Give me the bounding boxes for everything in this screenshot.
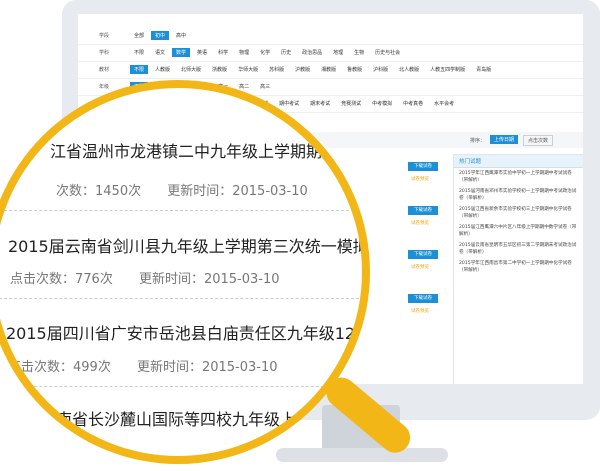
filter-option[interactable]: 语文 [151, 48, 169, 57]
filter-option[interactable]: 数学 [172, 47, 191, 57]
paper-clicks: 次数：1450次 [56, 184, 142, 199]
filter-option[interactable]: 科学 [214, 48, 232, 57]
preview-link[interactable]: 试卷预览 [411, 176, 429, 182]
filter-option[interactable]: 浙教版 [208, 65, 231, 74]
sidebar-item[interactable]: 2015届江西鹰潭六中片区八年级上学期期中数学试卷（带解析） [454, 222, 583, 240]
paper-title[interactable]: 2015届云南省剑川县九年级上学期第三次统一模拟考试数学试卷 [8, 233, 362, 257]
filter-option[interactable]: 不限 [130, 64, 149, 74]
filter-row: 学科 不限 语文 数学 英语 科学 物理 化学 历史 政治思品 地理 生物 历史与社会 [78, 45, 583, 59]
preview-link[interactable]: 试卷预览 [411, 264, 429, 270]
filter-option[interactable]: 期末考试 [306, 99, 334, 108]
monitor-stand-base [276, 448, 448, 462]
sort-by-clicks-button[interactable]: 点击次数 [523, 135, 554, 146]
paper-title[interactable]: 2015届四川省广安市岳池县白庙责任区九年级12月联考数学试卷 [6, 320, 362, 344]
hot-papers-sidebar: 热门试题 2015学年江西鹰潭市实验中学初一上学期期中考试试卷（带解析） 201… [453, 154, 583, 384]
filter-option[interactable]: 青岛版 [472, 65, 495, 74]
preview-link[interactable]: 试卷预览 [411, 308, 429, 314]
filter-option[interactable]: 物理 [235, 48, 253, 57]
filter-option[interactable]: 期中考试 [275, 99, 303, 108]
filter-option[interactable]: 华师大版 [234, 65, 262, 74]
paper-title[interactable]: 南省长沙麓山国际等四校九年级上学期第三次 [56, 406, 362, 430]
filter-row: 学段 全部 初中 高中 [78, 28, 583, 42]
filter-option[interactable]: 苏科版 [265, 65, 288, 74]
paper-meta: 点击次数：776次 更新时间：2015-03-10 [10, 268, 302, 287]
sidebar-item[interactable]: 2015届河南省邓州市实验学校初一上学期期中考试政治试卷（带解析） [454, 186, 583, 204]
paper-clicks: 点击次数：776次 [10, 272, 113, 287]
filter-option[interactable]: 化学 [256, 48, 274, 57]
divider [0, 386, 362, 387]
download-button[interactable]: 下载试卷 [408, 250, 438, 259]
download-button[interactable]: 下载试卷 [408, 162, 438, 171]
filter-option[interactable]: 北人教版 [395, 65, 423, 74]
filter-option[interactable]: 沪教版 [291, 65, 314, 74]
download-button[interactable]: 下载试卷 [408, 206, 438, 215]
filter-label: 教材 [98, 66, 109, 73]
filter-option[interactable]: 初中 [151, 30, 170, 40]
filter-option[interactable]: 人教五四学制版 [426, 65, 469, 74]
filter-option[interactable]: 北师大版 [177, 65, 205, 74]
filter-option[interactable]: 中考模拟 [368, 99, 396, 108]
filter-option[interactable]: 沪科版 [369, 65, 392, 74]
paper-updated: 更新时间：2015-03-10 [138, 272, 280, 287]
filter-option[interactable]: 鲁教版 [343, 65, 366, 74]
sort-by-upload-date-button[interactable]: 上传日期 [490, 135, 519, 144]
sidebar-title: 热门试题 [454, 155, 583, 168]
sidebar-item[interactable]: 2015届云南省昆明市五华区初三第二学期期末考试政治试卷（带解析） [454, 240, 583, 258]
filter-option[interactable]: 全部 [130, 31, 148, 40]
filter-option[interactable]: 生物 [350, 48, 368, 57]
download-button[interactable]: 下载试卷 [408, 294, 438, 303]
paper-updated: 更新时间：2015-03-10 [136, 360, 278, 375]
paper-clicks: 点击次数：499次 [8, 360, 111, 375]
filter-option[interactable]: 政治思品 [298, 48, 326, 57]
divider [0, 210, 362, 211]
filter-option[interactable]: 竞赛测试 [337, 99, 365, 108]
preview-link[interactable]: 试卷预览 [411, 220, 429, 226]
filter-option[interactable]: 历史 [277, 48, 295, 57]
paper-meta: 次数：1450次 更新时间：2015-03-10 [56, 180, 330, 199]
filter-option[interactable]: 高中 [172, 31, 190, 40]
filter-option[interactable]: 地理 [329, 48, 347, 57]
paper-meta: 点击次数：499次 更新时间：2015-03-10 [8, 356, 300, 375]
filter-option[interactable]: 中考真卷 [399, 99, 427, 108]
filter-label: 学段 [98, 32, 109, 39]
filter-option[interactable]: 英语 [193, 48, 211, 57]
filter-option[interactable]: 湘教版 [317, 65, 340, 74]
filter-row: 教材 不限 人教版 北师大版 浙教版 华师大版 苏科版 沪教版 湘教版 鲁教版 沪科版 北人教版 人教五… [78, 62, 583, 76]
sidebar-item[interactable]: 2015届江西省新余市实验学校初三上学期期中化学试卷（带解析） [454, 204, 583, 222]
divider [0, 298, 362, 299]
sort-label: 排序： [470, 138, 486, 144]
filter-label: 学科 [98, 49, 109, 56]
paper-title[interactable]: 江省温州市龙港镇二中九年级上学期期中测试 [50, 138, 362, 162]
filter-option[interactable]: 不限 [130, 48, 148, 57]
magnifier-lens: 江省温州市龙港镇二中九年级上学期期中测试 次数：1450次 更新时间：2015-… [0, 88, 362, 456]
sidebar-item[interactable]: 2015学年江西鹰潭市实验中学初一上学期期中考试试卷（带解析） [454, 168, 583, 186]
paper-updated: 更新时间：2015-03-10 [167, 184, 308, 199]
filter-option[interactable]: 历史与社会 [371, 48, 404, 57]
filter-option[interactable]: 高三 [256, 82, 274, 91]
filter-option[interactable]: 人教版 [151, 65, 174, 74]
filter-option[interactable]: 水平会考 [430, 99, 458, 108]
sidebar-item[interactable]: 2015学年江西南昌市第二中学初一上学期期中化学试卷（带解析） [454, 258, 583, 276]
